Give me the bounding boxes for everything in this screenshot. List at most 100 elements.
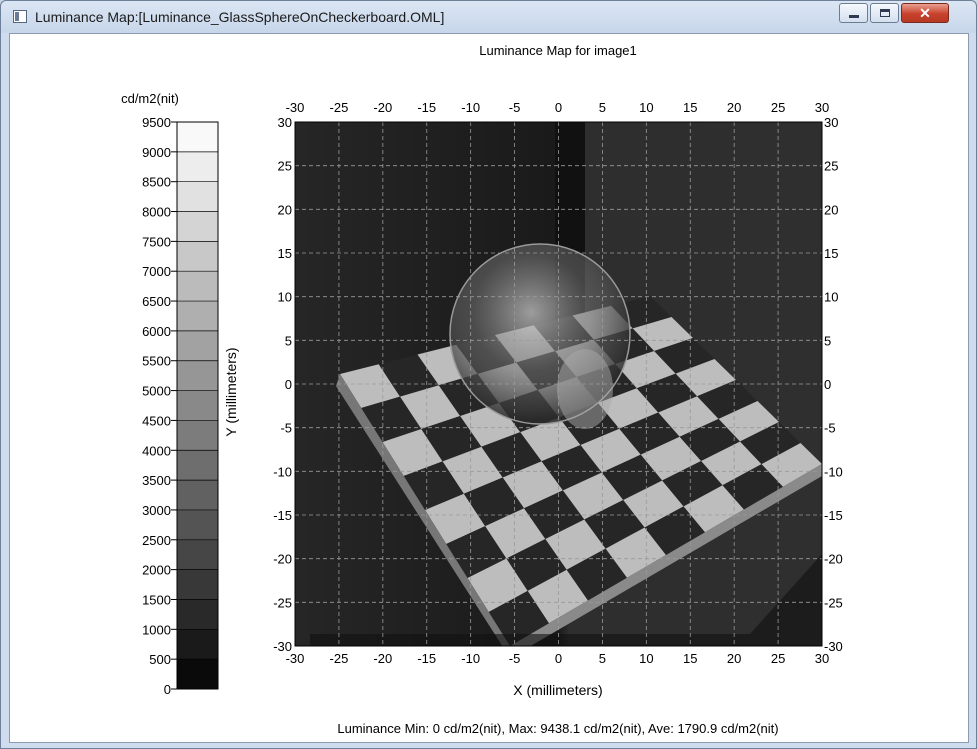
y-tick-label-right: 10 — [824, 290, 838, 305]
x-tick-label-top: -25 — [330, 100, 349, 115]
window-title: Luminance Map:[Luminance_GlassSphereOnCh… — [35, 9, 445, 25]
x-ticks-top: -30 -25 -20 -15 -10 -5 0 5 10 15 20 25 30 — [286, 100, 830, 115]
x-tick-label-top: -30 — [286, 100, 305, 115]
x-tick-label-bottom: 15 — [683, 651, 697, 666]
y-tick-label-right: 0 — [824, 377, 831, 392]
colorbar-segment — [177, 330, 218, 361]
colorbar-tick-label: 8000 — [142, 205, 171, 220]
x-tick-label-bottom: -25 — [330, 651, 349, 666]
y-tick-label-left: -30 — [273, 639, 292, 654]
y-tick-label-left: 20 — [278, 202, 292, 217]
y-tick-label-left: 25 — [278, 159, 292, 174]
y-tick-label-right: -15 — [824, 508, 843, 523]
luminance-stats: Luminance Min: 0 cd/m2(nit), Max: 9438.1… — [337, 721, 778, 736]
colorbar-segment — [177, 301, 218, 331]
luminance-map-window: Luminance Map:[Luminance_GlassSphereOnCh… — [0, 0, 977, 749]
colorbar-tick-label: 0 — [164, 682, 171, 697]
x-tick-label-bottom: 10 — [639, 651, 653, 666]
x-tick-label-top: -15 — [417, 100, 436, 115]
colorbar-tick-label: 3500 — [142, 473, 171, 488]
y-tick-label-left: -10 — [273, 464, 292, 479]
colorbar-segment — [177, 659, 218, 689]
y-tick-label-right: -25 — [824, 595, 843, 610]
colorbar-tick-label: 3000 — [142, 503, 171, 518]
colorbar-tick-label: 500 — [149, 652, 171, 667]
x-tick-label-top: 10 — [639, 100, 653, 115]
colorbar-segment — [177, 271, 218, 302]
x-tick-label-top: 0 — [555, 100, 562, 115]
y-tick-label-left: -15 — [273, 508, 292, 523]
y-tick-label-right: 15 — [824, 246, 838, 261]
x-tick-label-top: -20 — [373, 100, 392, 115]
colorbar-tick-label: 2000 — [142, 563, 171, 578]
y-tick-label-left: -5 — [280, 421, 292, 436]
plot-title: Luminance Map for image1 — [479, 43, 637, 58]
colorbar-segment — [177, 211, 218, 242]
y-tick-label-right: -5 — [824, 421, 836, 436]
colorbar-segment — [177, 420, 218, 451]
maximize-button[interactable] — [870, 3, 899, 23]
colorbar: 9500900085008000750070006500600055005000… — [142, 115, 219, 697]
minimize-button[interactable] — [839, 3, 868, 23]
x-ticks-bottom: -30 -25 -20 -15 -10 -5 0 5 10 15 20 25 30 — [286, 651, 830, 666]
colorbar-segment — [177, 539, 218, 570]
app-window-icon[interactable] — [13, 10, 27, 23]
y-tick-label-left: 10 — [278, 290, 292, 305]
x-tick-label-bottom: 5 — [599, 651, 606, 666]
colorbar-tick-label: 8500 — [142, 175, 171, 190]
colorbar-tick-label: 7000 — [142, 264, 171, 279]
colorbar-tick-label: 2500 — [142, 533, 171, 548]
x-tick-label-top: 20 — [727, 100, 741, 115]
y-tick-label-left: -20 — [273, 552, 292, 567]
colorbar-segment — [177, 509, 218, 540]
colorbar-tick-label: 6000 — [142, 324, 171, 339]
x-tick-label-top: 30 — [815, 100, 829, 115]
x-tick-label-top: 15 — [683, 100, 697, 115]
y-tick-label-right: 20 — [824, 202, 838, 217]
y-tick-label-right: -20 — [824, 552, 843, 567]
colorbar-tick-label: 4500 — [142, 413, 171, 428]
x-tick-label-bottom: 20 — [727, 651, 741, 666]
x-tick-label-bottom: -5 — [509, 651, 521, 666]
colorbar-tick-label: 4000 — [142, 443, 171, 458]
colorbar-unit: cd/m2(nit) — [121, 91, 179, 106]
title-bar[interactable]: Luminance Map:[Luminance_GlassSphereOnCh… — [1, 1, 976, 33]
colorbar-tick-label: 9000 — [142, 145, 171, 160]
colorbar-segment — [177, 390, 218, 421]
y-tick-label-left: 0 — [285, 377, 292, 392]
y-tick-label-left: 15 — [278, 246, 292, 261]
colorbar-tick-label: 7500 — [142, 234, 171, 249]
x-tick-label-bottom: 0 — [555, 651, 562, 666]
colorbar-tick-label: 9500 — [142, 115, 171, 130]
y-axis-label: Y (millimeters) — [223, 347, 239, 436]
y-tick-label-right: -10 — [824, 464, 843, 479]
y-tick-label-right: -30 — [824, 639, 843, 654]
y-ticks-left: 30 25 20 15 10 5 0 -5 -10 -15 -20 -25 -30 — [273, 115, 292, 654]
colorbar-tick-label: 6500 — [142, 294, 171, 309]
x-tick-label-top: -5 — [509, 100, 521, 115]
maximize-icon — [880, 9, 890, 17]
x-tick-label-bottom: -10 — [461, 651, 480, 666]
y-tick-label-left: 30 — [278, 115, 292, 130]
x-tick-label-top: -10 — [461, 100, 480, 115]
x-axis-label: X (millimeters) — [513, 682, 602, 698]
x-tick-label-top: 5 — [599, 100, 606, 115]
close-button[interactable]: ✕ — [901, 3, 949, 23]
colorbar-segment — [177, 122, 218, 152]
colorbar-segment — [177, 599, 218, 630]
minimize-icon — [849, 15, 859, 18]
close-icon: ✕ — [919, 5, 931, 21]
x-tick-label-bottom: -15 — [417, 651, 436, 666]
x-tick-label-bottom: -20 — [373, 651, 392, 666]
y-tick-label-left: -25 — [273, 595, 292, 610]
plot-area: Luminance Map for image1 -30 -25 -20 -15 -10… — [9, 33, 969, 743]
colorbar-segment — [177, 450, 218, 481]
x-tick-label-bottom: 25 — [771, 651, 785, 666]
colorbar-segment — [177, 360, 218, 391]
colorbar-tick-label: 5500 — [142, 354, 171, 369]
sphere-highlight — [557, 349, 613, 429]
y-tick-label-left: 5 — [285, 333, 292, 348]
colorbar-tick-label: 1000 — [142, 622, 171, 637]
colorbar-tick-label: 5000 — [142, 384, 171, 399]
colorbar-segment — [177, 151, 218, 182]
